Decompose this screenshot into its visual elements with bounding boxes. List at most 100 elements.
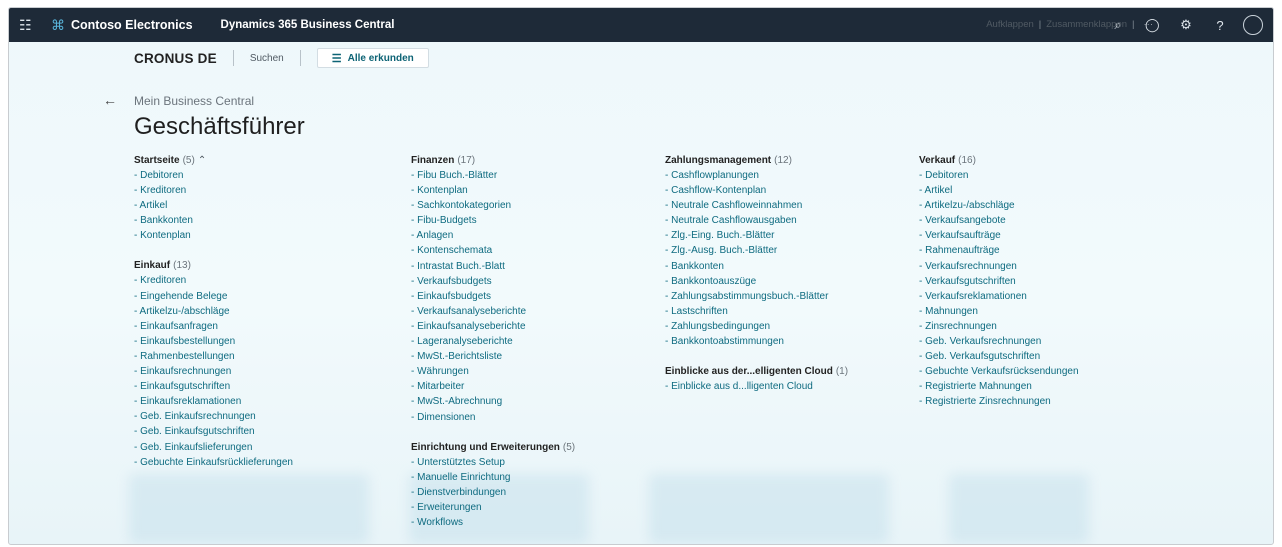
group-header[interactable]: Einkauf (13): [134, 258, 293, 273]
back-arrow-icon[interactable]: ←: [103, 92, 117, 108]
list-item[interactable]: - Kreditoren: [134, 183, 293, 198]
group-items: - Unterstütztes Setup - Manuelle Einricht…: [411, 455, 575, 530]
list-item[interactable]: - Geb. Einkaufsgutschriften: [134, 424, 293, 439]
list-item[interactable]: - Verkaufsrechnungen: [919, 259, 1079, 274]
column-3: Zahlungsmanagement (12) - Cashflowplanung…: [665, 153, 848, 409]
list-item[interactable]: - Fibu-Budgets: [411, 213, 575, 228]
list-item[interactable]: - Verkaufsreklamationen: [919, 289, 1079, 304]
explore-all-button[interactable]: ☰ Alle erkunden: [316, 48, 429, 68]
product-name[interactable]: Dynamics 365 Business Central: [221, 19, 395, 31]
list-item[interactable]: - Geb. Einkaufsrechnungen: [134, 409, 293, 424]
list-item[interactable]: - Artikel: [919, 183, 1079, 198]
list-item[interactable]: - Erweiterungen: [411, 500, 575, 515]
list-item[interactable]: - Verkaufsanalyseberichte: [411, 304, 575, 319]
group-count: (13): [173, 260, 191, 272]
group-header[interactable]: Zahlungsmanagement (12): [665, 153, 848, 168]
list-item[interactable]: - Verkaufsaufträge: [919, 228, 1079, 243]
list-item[interactable]: - Verkaufsangebote: [919, 213, 1079, 228]
list-item[interactable]: - Eingehende Belege: [134, 289, 293, 304]
list-item[interactable]: - Einkaufsbudgets: [411, 289, 575, 304]
list-item[interactable]: - Cashflow-Kontenplan: [665, 183, 848, 198]
list-item[interactable]: - Registrierte Mahnungen: [919, 379, 1079, 394]
list-item[interactable]: - Kontenschemata: [411, 243, 575, 258]
list-item[interactable]: - Anlagen: [411, 228, 575, 243]
list-item[interactable]: - Registrierte Zinsrechnungen: [919, 394, 1079, 409]
group-einkauf: Einkauf (13) - Kreditoren - Eingehende Bel…: [134, 258, 293, 469]
list-item[interactable]: - Einkaufsgutschriften: [134, 379, 293, 394]
list-item[interactable]: - MwSt.-Abrechnung: [411, 394, 575, 409]
list-item[interactable]: - Intrastat Buch.-Blatt: [411, 259, 575, 274]
list-item[interactable]: - Geb. Verkaufsgutschriften: [919, 349, 1079, 364]
list-item[interactable]: - Bankkonten: [665, 259, 848, 274]
group-header[interactable]: Finanzen (17): [411, 153, 575, 168]
group-title: Einblicke aus der...elligenten Cloud: [665, 366, 833, 378]
list-item[interactable]: - Zahlungsbedingungen: [665, 319, 848, 334]
more-icon[interactable]: ···: [1144, 19, 1154, 30]
list-item[interactable]: - Mitarbeiter: [411, 379, 575, 394]
list-item[interactable]: - Verkaufsbudgets: [411, 274, 575, 289]
company-brand[interactable]: Contoso Electronics: [71, 18, 193, 32]
list-item[interactable]: - Artikel: [134, 198, 293, 213]
list-item[interactable]: - Zlg.-Eing. Buch.-Blätter: [665, 228, 848, 243]
list-item[interactable]: - Kontenplan: [411, 183, 575, 198]
group-header[interactable]: Startseite (5) ⌃: [134, 153, 293, 168]
list-item[interactable]: - Mahnungen: [919, 304, 1079, 319]
list-item[interactable]: - Einblicke aus d...lligenten Cloud: [665, 379, 848, 394]
list-item[interactable]: - Workflows: [411, 515, 575, 530]
list-item[interactable]: - Bankkontoauszüge: [665, 274, 848, 289]
list-item[interactable]: - Dienstverbindungen: [411, 485, 575, 500]
list-item[interactable]: - Gebuchte Einkaufsrücklieferungen: [134, 455, 293, 470]
breadcrumb[interactable]: Mein Business Central: [134, 94, 254, 108]
collapse-link[interactable]: Zusammenklappen: [1046, 19, 1127, 30]
list-item[interactable]: - Rahmenbestellungen: [134, 349, 293, 364]
company-name[interactable]: CRONUS DE: [134, 51, 217, 66]
list-item[interactable]: - Cashflowplanungen: [665, 168, 848, 183]
column-1: Startseite (5) ⌃ - Debitoren - Kreditoren - …: [134, 153, 293, 485]
list-item[interactable]: - Einkaufsanalyseberichte: [411, 319, 575, 334]
list-item[interactable]: - Artikelzu-/abschläge: [919, 198, 1079, 213]
group-header[interactable]: Verkauf (16): [919, 153, 1079, 168]
list-item[interactable]: - Bankkontoabstimmungen: [665, 334, 848, 349]
group-header[interactable]: Einrichtung und Erweiterungen (5): [411, 440, 575, 455]
list-item[interactable]: - Lastschriften: [665, 304, 848, 319]
gear-icon[interactable]: ⚙: [1179, 17, 1193, 33]
list-item[interactable]: - Manuelle Einrichtung: [411, 470, 575, 485]
list-item[interactable]: - Sachkontokategorien: [411, 198, 575, 213]
list-item[interactable]: - Geb. Einkaufslieferungen: [134, 440, 293, 455]
list-item[interactable]: - Debitoren: [919, 168, 1079, 183]
expand-link[interactable]: Aufklappen: [986, 19, 1034, 30]
list-item[interactable]: - Einkaufsanfragen: [134, 319, 293, 334]
list-item[interactable]: - Kreditoren: [134, 273, 293, 288]
list-item[interactable]: - Lageranalyseberichte: [411, 334, 575, 349]
list-item[interactable]: - Unterstütztes Setup: [411, 455, 575, 470]
chevron-up-icon[interactable]: ⌃: [198, 155, 206, 166]
list-item[interactable]: - Bankkonten: [134, 213, 293, 228]
help-icon[interactable]: ?: [1213, 18, 1227, 33]
list-item[interactable]: - Geb. Verkaufsrechnungen: [919, 334, 1079, 349]
group-header[interactable]: Einblicke aus der...elligenten Cloud (1): [665, 364, 848, 379]
avatar[interactable]: [1243, 15, 1263, 35]
list-item[interactable]: - Debitoren: [134, 168, 293, 183]
list-item[interactable]: - Kontenplan: [134, 228, 293, 243]
waffle-icon[interactable]: ☷: [19, 17, 41, 34]
group-title: Verkauf: [919, 155, 956, 166]
list-item[interactable]: - Verkaufsgutschriften: [919, 274, 1079, 289]
list-item[interactable]: - Zlg.-Ausg. Buch.-Blätter: [665, 243, 848, 258]
list-item[interactable]: - Zinsrechnungen: [919, 319, 1079, 334]
list-item[interactable]: - Gebuchte Verkaufsrücksendungen: [919, 364, 1079, 379]
list-item[interactable]: - MwSt.-Berichtsliste: [411, 349, 575, 364]
list-item[interactable]: - Rahmenaufträge: [919, 243, 1079, 258]
divider: [299, 50, 301, 66]
list-item[interactable]: - Dimensionen: [411, 410, 575, 425]
list-item[interactable]: - Artikelzu-/abschläge: [134, 304, 293, 319]
search-link[interactable]: Suchen: [250, 53, 284, 64]
list-item[interactable]: - Einkaufsrechnungen: [134, 364, 293, 379]
list-item[interactable]: - Neutrale Cashfloweinnahmen: [665, 198, 848, 213]
list-item[interactable]: - Fibu Buch.-Blätter: [411, 168, 575, 183]
background-decoration: [649, 474, 889, 544]
list-item[interactable]: - Zahlungsabstimmungsbuch.-Blätter: [665, 289, 848, 304]
list-item[interactable]: - Neutrale Cashflowausgaben: [665, 213, 848, 228]
list-item[interactable]: - Währungen: [411, 364, 575, 379]
list-item[interactable]: - Einkaufsbestellungen: [134, 334, 293, 349]
list-item[interactable]: - Einkaufsreklamationen: [134, 394, 293, 409]
